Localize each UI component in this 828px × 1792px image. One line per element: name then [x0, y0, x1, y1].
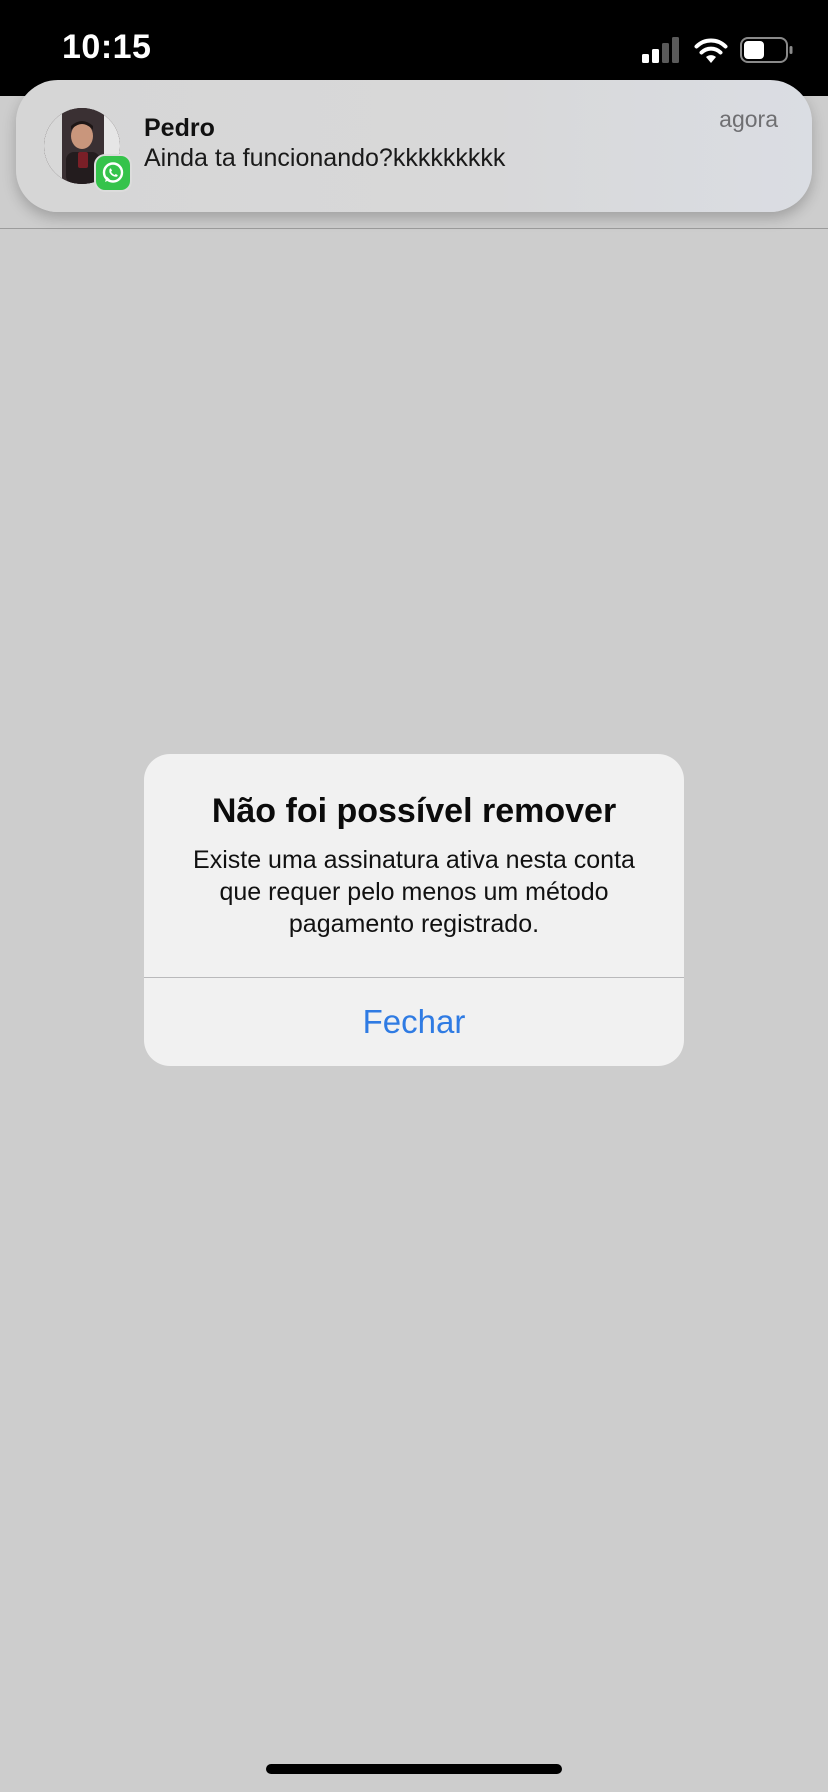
wifi-icon: [694, 38, 728, 63]
content-divider: [0, 228, 828, 229]
alert-title: Não foi possível remover: [211, 792, 617, 830]
cellular-signal-icon: [642, 37, 679, 63]
whatsapp-icon: [96, 156, 130, 190]
alert-message: Existe uma assinatura ativa nesta conta …: [193, 846, 635, 938]
notification-message: Ainda ta funcionando?kkkkkkkkk: [144, 144, 506, 172]
status-icons: [642, 36, 794, 64]
notification-sender: Pedro: [144, 114, 215, 142]
home-indicator[interactable]: [266, 1764, 562, 1774]
alert-dialog: Não foi possível remover Existe uma assi…: [144, 754, 684, 1066]
close-button[interactable]: Fechar: [144, 978, 684, 1066]
battery-icon: [740, 37, 793, 63]
notification-time: agora: [719, 106, 778, 132]
notification-banner[interactable]: Pedro Ainda ta funcionando?kkkkkkkkk ago…: [16, 80, 812, 212]
status-time: 10:15: [62, 28, 152, 66]
